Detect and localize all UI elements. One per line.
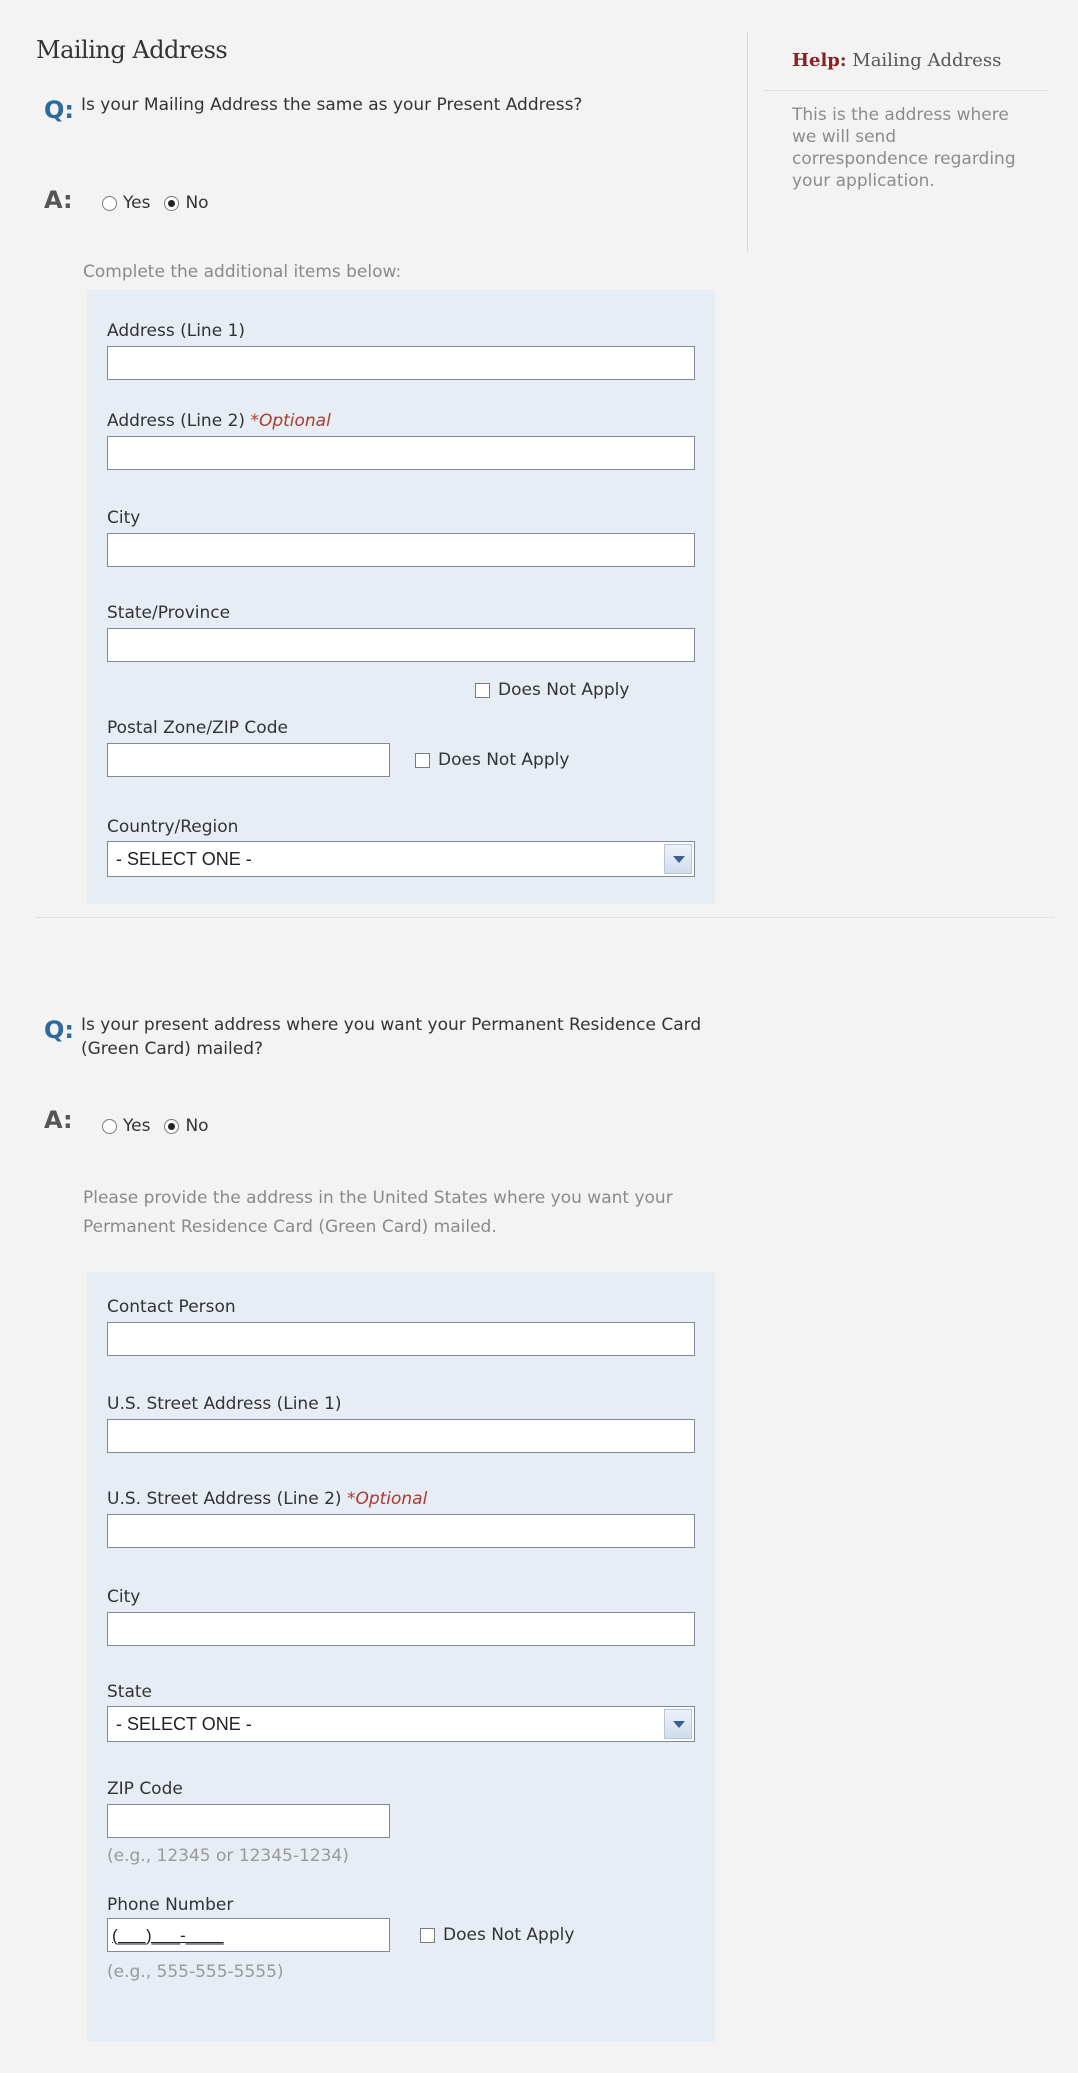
phone-number-hint: (e.g., 555-555-5555) — [107, 1962, 284, 1982]
postal-does-not-apply-label: Does Not Apply — [438, 750, 570, 770]
phone-does-not-apply-checkbox[interactable] — [420, 1927, 435, 1943]
mailing-radio-group: Yes No — [102, 193, 223, 213]
address-line2-label-text: Address (Line 2) — [107, 411, 246, 431]
zip-code-label: ZIP Code — [107, 1779, 183, 1799]
mailing-radio-yes-label: Yes — [123, 193, 151, 213]
postal-does-not-apply-checkbox[interactable] — [415, 752, 430, 768]
optional-tag: *Optional — [250, 411, 331, 431]
question-marker: Q: — [44, 96, 74, 124]
answer-marker: A: — [44, 1106, 73, 1134]
phone-does-not-apply-label: Does Not Apply — [443, 1925, 575, 1945]
contact-person-label: Contact Person — [107, 1297, 236, 1317]
mailing-instruction: Complete the additional items below: — [83, 262, 402, 282]
mailing-radio-no-label: No — [185, 193, 209, 213]
state-province-label: State/Province — [107, 603, 231, 623]
card-radio-group: Yes No — [102, 1116, 223, 1136]
answer-marker: A: — [44, 186, 73, 214]
us-city-label: City — [107, 1587, 141, 1607]
mailing-radio-no[interactable] — [164, 195, 180, 211]
phone-does-not-apply[interactable]: Does Not Apply — [420, 1925, 574, 1945]
street-line2-label-text: U.S. Street Address (Line 2) — [107, 1489, 342, 1509]
postal-code-label: Postal Zone/ZIP Code — [107, 718, 288, 738]
street-line2-input[interactable] — [107, 1514, 695, 1548]
state-does-not-apply[interactable]: Does Not Apply — [475, 680, 629, 700]
zip-code-hint: (e.g., 12345 or 12345-1234) — [107, 1846, 349, 1866]
mailing-address-form: Address (Line 1) Address (Line 2) *Optio… — [87, 290, 715, 904]
mailing-radio-yes[interactable] — [102, 195, 117, 211]
address-line2-input[interactable] — [107, 436, 695, 470]
address-line1-label: Address (Line 1) — [107, 321, 246, 341]
postal-code-input[interactable] — [107, 743, 390, 777]
chevron-down-icon[interactable] — [664, 1709, 692, 1739]
phone-number-label: Phone Number — [107, 1895, 234, 1915]
chevron-down-icon[interactable] — [664, 844, 692, 874]
help-panel: Help: Mailing Address This is the addres… — [747, 32, 1048, 252]
card-radio-no-label: No — [185, 1116, 209, 1136]
postal-does-not-apply[interactable]: Does Not Apply — [415, 750, 569, 770]
section-title: Mailing Address — [36, 36, 228, 64]
state-does-not-apply-checkbox[interactable] — [475, 682, 490, 698]
address-line2-label: Address (Line 2) *Optional — [107, 411, 331, 431]
city-label: City — [107, 508, 141, 528]
country-region-label: Country/Region — [107, 817, 239, 837]
us-city-input[interactable] — [107, 1612, 695, 1646]
question-marker: Q: — [44, 1016, 74, 1044]
us-state-value: - SELECT ONE - — [116, 1714, 252, 1734]
city-input[interactable] — [107, 533, 695, 567]
us-state-select[interactable]: - SELECT ONE - — [107, 1706, 695, 1742]
contact-person-input[interactable] — [107, 1322, 695, 1356]
help-text: This is the address where we will send c… — [792, 105, 1016, 191]
country-region-select[interactable]: - SELECT ONE - — [107, 841, 695, 877]
street-line1-input[interactable] — [107, 1419, 695, 1453]
phone-number-input[interactable]: (___)___-____ — [107, 1918, 390, 1952]
street-line1-label: U.S. Street Address (Line 1) — [107, 1394, 342, 1414]
help-divider — [764, 90, 1048, 91]
country-region-value: - SELECT ONE - — [116, 849, 252, 869]
card-radio-yes-label: Yes — [123, 1116, 151, 1136]
help-title: Help: Mailing Address — [792, 50, 1001, 71]
card-radio-no[interactable] — [164, 1118, 180, 1134]
address-line1-input[interactable] — [107, 346, 695, 380]
help-label: Help: — [792, 50, 847, 71]
optional-tag: *Optional — [346, 1489, 428, 1509]
card-instruction: Please provide the address in the United… — [83, 1188, 673, 1237]
state-does-not-apply-label: Does Not Apply — [498, 680, 630, 700]
zip-code-input[interactable] — [107, 1804, 390, 1838]
card-question-text: Is your present address where you want y… — [81, 1015, 702, 1059]
state-province-input[interactable] — [107, 628, 695, 662]
section-divider — [36, 917, 1054, 918]
mailing-question-text: Is your Mailing Address the same as your… — [81, 95, 583, 115]
us-address-form: Contact Person U.S. Street Address (Line… — [87, 1272, 715, 2042]
phone-number-mask: (___)___-____ — [112, 1926, 224, 1945]
street-line2-label: U.S. Street Address (Line 2) *Optional — [107, 1489, 427, 1509]
card-radio-yes[interactable] — [102, 1118, 117, 1134]
help-topic: Mailing Address — [852, 50, 1002, 71]
us-state-label: State — [107, 1682, 152, 1702]
page: Mailing Address Help: Mailing Address Th… — [0, 0, 1078, 2073]
